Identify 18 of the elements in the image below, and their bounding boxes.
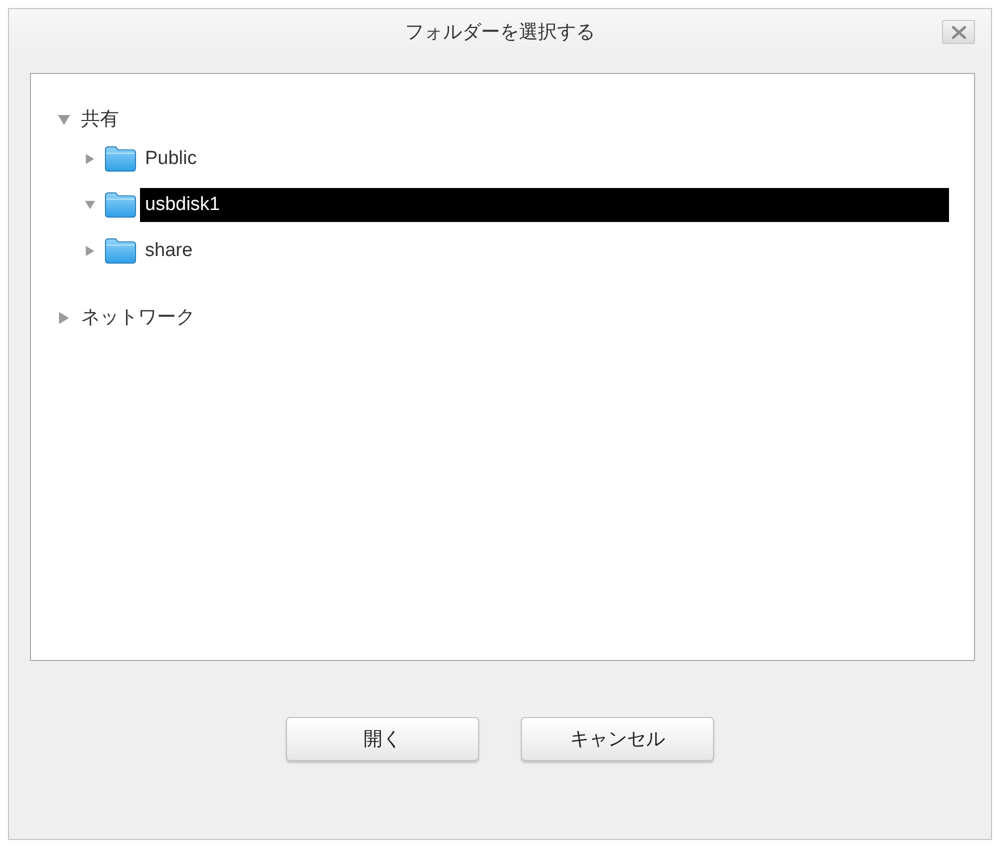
tree-item[interactable]: Public [140,142,202,176]
expanded-triangle-icon[interactable] [85,199,95,211]
open-button[interactable]: 開く [286,717,479,761]
close-icon [952,26,966,38]
folder-icon [105,146,136,172]
collapsed-triangle-icon[interactable] [58,312,70,324]
collapsed-triangle-icon[interactable] [85,153,95,165]
folder-icon [105,192,136,218]
folder-icon [105,238,136,264]
window-title: フォルダーを選択する [405,21,595,45]
tree-item[interactable]: 共有 [80,105,124,135]
tree-item[interactable]: share [140,234,198,268]
tree-item[interactable]: ネットワーク [80,303,200,333]
close-button[interactable] [942,20,975,44]
tree-item[interactable]: usbdisk1 [140,188,949,222]
collapsed-triangle-icon[interactable] [85,245,95,257]
cancel-button[interactable]: キャンセル [521,717,714,761]
expanded-triangle-icon[interactable] [58,114,70,126]
